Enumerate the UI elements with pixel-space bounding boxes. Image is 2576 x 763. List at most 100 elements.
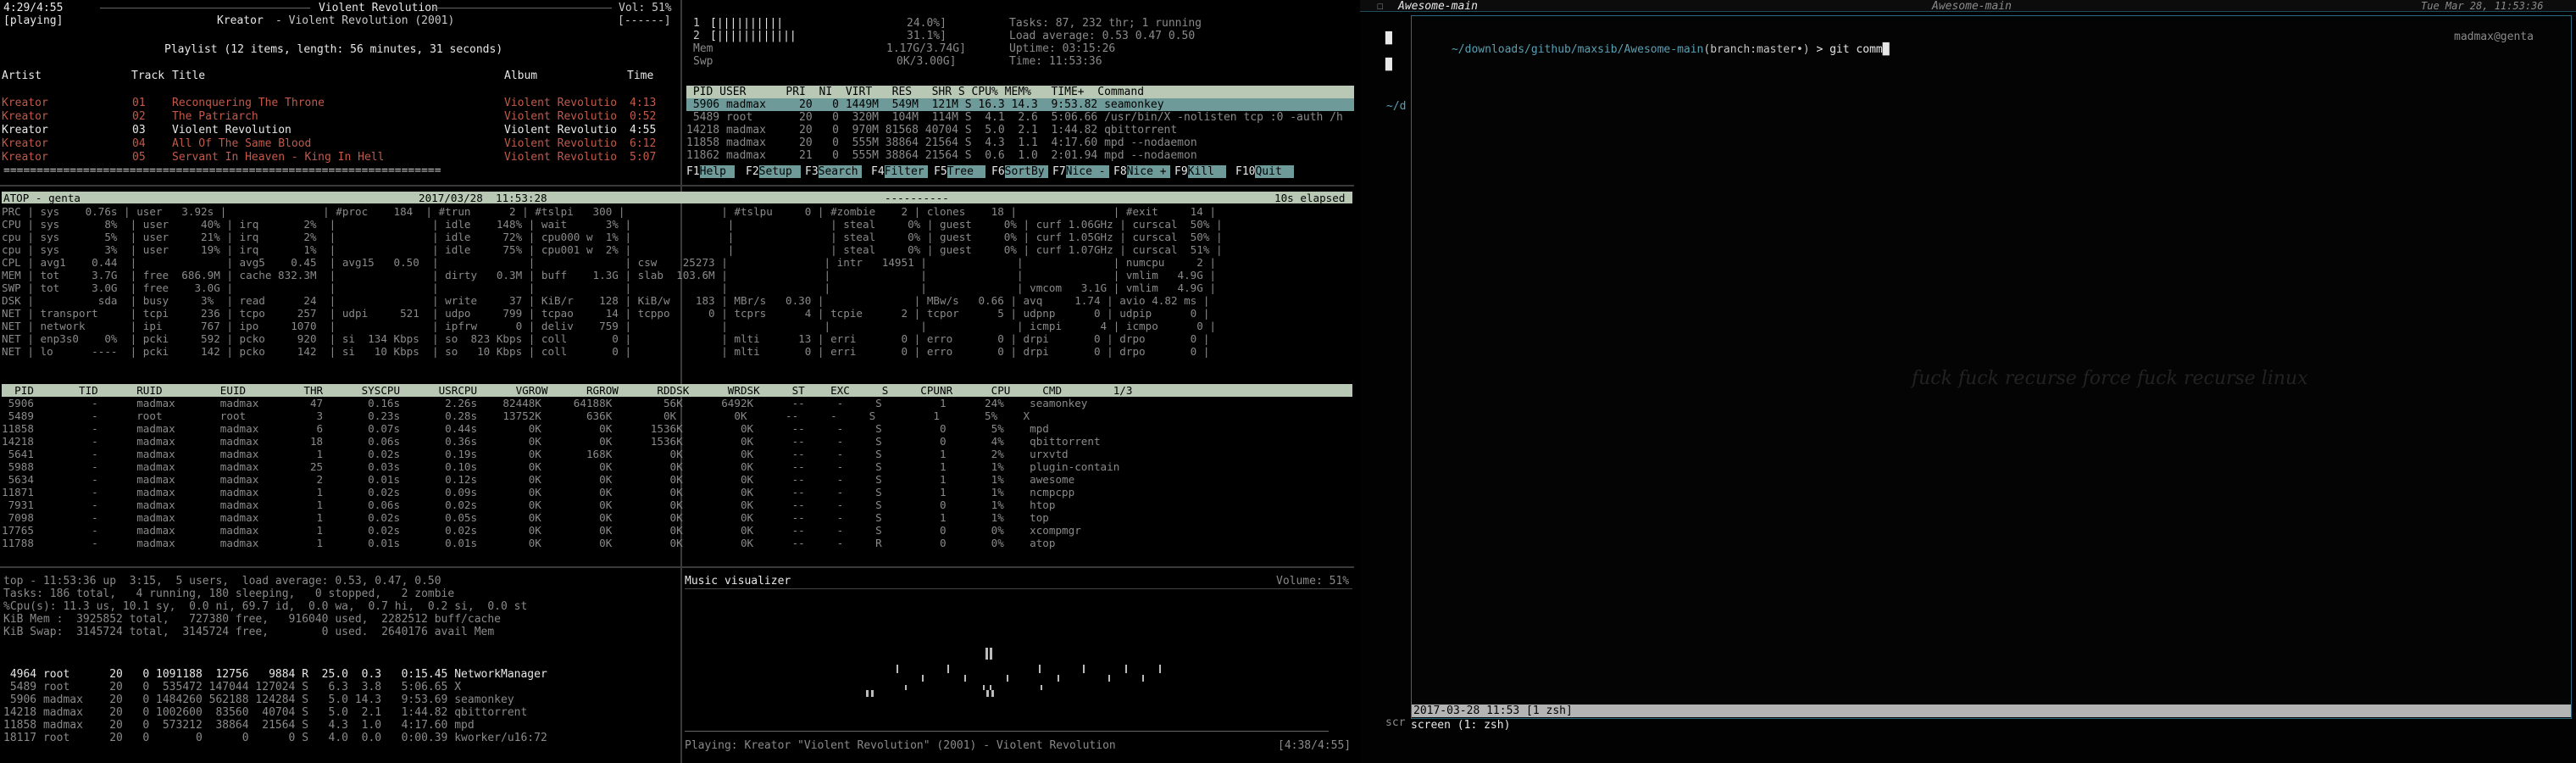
top-proc-row[interactable]: 14218 madmax 20 0 1002600 83560 40704 S …	[3, 706, 527, 719]
fkey: F1	[686, 165, 700, 178]
tab-icon[interactable]: ☐	[1377, 0, 1384, 13]
htop-selected-row[interactable]: 5906 madmax 20 0 1449M 549M 121M S 16.3 …	[686, 98, 1354, 111]
cmus-row-title: Violent Revolution	[172, 124, 291, 136]
atop-proc-row[interactable]: 11788 - madmax madmax 1 0.01s 0.01s 0K 0…	[2, 537, 1055, 549]
atop-header-mid: 2017/03/28 11:53:28	[419, 192, 547, 204]
fkey: F9	[1174, 165, 1188, 178]
top-summary-line: KiB Swap: 3145724 total, 3145724 free, 0…	[3, 626, 495, 638]
fkey-label: Help	[699, 165, 735, 178]
htop-proc-row[interactable]: 5489 root 20 0 320M 104M 114M S 4.1 2.6 …	[686, 111, 1343, 124]
atop-proc-row[interactable]: 5906 - madmax madmax 47 0.16s 2.26s 8244…	[2, 397, 1088, 409]
cmus-row-artist: Kreator	[2, 137, 48, 150]
cursor: █	[1882, 43, 1890, 56]
htop-cpu2-label: 2	[693, 30, 700, 42]
top-proc-row[interactable]: 5906 madmax 20 0 1484260 562188 124284 S…	[3, 693, 514, 706]
cmus-col-artist: Artist	[2, 70, 42, 82]
atop-line: CPL | avg1 0.44 | | avg5 0.45 | avg15 0.…	[2, 256, 1217, 269]
htop-load: Load average: 0.53 0.47 0.50	[1009, 30, 1196, 42]
cmus-row-title: Reconquering The Throne	[172, 97, 325, 109]
top-proc-row[interactable]: 11858 madmax 20 0 573212 38864 21564 S 4…	[3, 719, 475, 732]
htop-tasks: Tasks: 87, 232 thr; 1 running	[1009, 17, 1202, 30]
atop-proc-row[interactable]: 14218 - madmax madmax 18 0.06s 0.36s 0K …	[2, 435, 1101, 448]
prompt-arrow: >	[1809, 43, 1830, 56]
htop-cpu1-label: 1	[693, 17, 700, 30]
atop-proc-row[interactable]: 7098 - madmax madmax 1 0.02s 0.05s 0K 0K…	[2, 511, 1049, 524]
top-summary-line: Tasks: 186 total, 4 running, 180 sleepin…	[3, 588, 455, 600]
htop-fkey-nice-plus[interactable]: F8Nice +	[1113, 165, 1170, 178]
cmus-row-time: 6:12	[630, 137, 657, 150]
htop-fkey-search[interactable]: F3Search	[805, 165, 862, 178]
cmus-row-album: Violent Revolutio	[504, 97, 618, 109]
top-proc-row[interactable]: 18117 root 20 0 0 0 0 S 4.0 0.0 0:00.39 …	[3, 732, 547, 744]
fkey-label: SortBy	[1004, 165, 1048, 178]
cmus-row-artist: Kreator	[2, 110, 48, 123]
cmus-row-artist: Kreator	[2, 151, 48, 164]
cmus-status: [playing]	[3, 14, 64, 27]
htop-fkey-kill[interactable]: F9Kill	[1174, 165, 1226, 178]
atop-proc-row[interactable]: 5641 - madmax madmax 1 0.02s 0.19s 0K 16…	[2, 448, 1069, 460]
screen-status-text: 2017-03-28 11:53 [1 zsh]	[1413, 705, 1573, 717]
atop-proc-row[interactable]: 11858 - madmax madmax 6 0.07s 0.44s 0K 0…	[2, 422, 1049, 435]
fkey-label: Kill	[1187, 165, 1226, 178]
htop-proc-row[interactable]: 11862 madmax 21 0 555M 38864 21564 S 0.6…	[686, 149, 1197, 162]
visualizer-time: [4:38/4:55]	[1278, 739, 1352, 752]
atop-proc-row[interactable]: 5988 - madmax madmax 25 0.03s 0.10s 0K 0…	[2, 460, 1120, 473]
cmus-col-title: Title	[172, 70, 206, 82]
prompt-path: ~/downloads/github/maxsib/Awesome-main(b…	[1412, 31, 1890, 69]
htop-proc-row[interactable]: 11858 madmax 20 0 555M 38864 21564 S 4.3…	[686, 136, 1197, 149]
htop-fkey-sortby[interactable]: F6SortBy	[991, 165, 1048, 178]
htop-fkey-tree[interactable]: F5Tree	[934, 165, 985, 178]
visualizer-title: Music visualizer	[685, 575, 791, 588]
cmus-row-title: The Patriarch	[172, 110, 258, 123]
pane-divider-middle	[0, 566, 1354, 568]
fkey-label: Quit	[1255, 165, 1294, 178]
fkey: F4	[871, 165, 885, 178]
tab-title[interactable]: Awesome-main	[1398, 0, 1478, 13]
atop-line: CPU | sys 8% | user 40% | irq 2% | | idl…	[2, 218, 1223, 231]
cmus-time: 4:29/4:55	[3, 2, 64, 14]
htop-mem-val: 1.17G/3.74G]	[886, 42, 966, 55]
fkey-label: Filter	[884, 165, 928, 178]
cmus-progress-bar[interactable]: ========================================…	[3, 164, 441, 177]
visualizer-volume: Volume: 51%	[1276, 575, 1350, 588]
cmus-row-time: 4:55	[630, 124, 657, 136]
htop-cpu1-val: 24.0%]	[907, 17, 947, 30]
atop-proc-row[interactable]: 11871 - madmax madmax 1 0.02s 0.09s 0K 0…	[2, 486, 1074, 498]
screen-status-bar	[1412, 705, 2571, 717]
atop-line: DSK | sda | busy 3% | read 24 | | write …	[2, 294, 1210, 307]
cmus-row-track: 04	[132, 137, 146, 150]
htop-fkey-setup[interactable]: F2Setup	[746, 165, 801, 178]
htop-pane: 1 [|||||||||| 24.0%] 2 [|||||||||||| 31.…	[685, 0, 1354, 182]
prompt-branch: (branch:master•)	[1703, 43, 1810, 56]
atop-line: cpu | sys 5% | user 21% | irq 2% | | idl…	[2, 231, 1223, 243]
screen-scr-label: scr	[1385, 716, 1406, 729]
cmus-row-track: 05	[132, 151, 146, 164]
cmus-progress-box: [------]	[618, 14, 671, 27]
atop-proc-row[interactable]: 7931 - madmax madmax 1 0.06s 0.02s 0K 0K…	[2, 498, 1056, 511]
htop-fkey-quit[interactable]: F10Quit	[1235, 165, 1294, 178]
tab-title-2[interactable]: Awesome-main	[1932, 0, 2012, 13]
atop-proc-header[interactable]: PID TID RUID EUID THR SYSCPU USRCPU VGRO…	[2, 384, 1352, 397]
htop-fkey-help[interactable]: F1Help	[686, 165, 735, 178]
atop-proc-row[interactable]: 5634 - madmax madmax 2 0.01s 0.12s 0K 0K…	[2, 473, 1075, 486]
atop-header-sep: ----------	[885, 192, 949, 204]
htop-proc-row[interactable]: 14218 madmax 20 0 970M 81568 40704 S 5.0…	[686, 124, 1177, 136]
cmus-row-time: 4:13	[630, 97, 657, 109]
htop-header[interactable]: PID USER PRI NI VIRT RES SHR S CPU% MEM%…	[686, 86, 1354, 98]
atop-proc-row[interactable]: 17765 - madmax madmax 1 0.02s 0.02s 0K 0…	[2, 524, 1081, 537]
cmus-row-artist: Kreator	[2, 124, 48, 136]
prompt-command[interactable]: git comm	[1829, 43, 1883, 56]
top-proc-row[interactable]: 5489 root 20 0 535472 147044 127024 S 6.…	[3, 681, 461, 693]
prompt-repo: Awesome-main	[1624, 43, 1704, 56]
cmus-row-track: 01	[132, 97, 146, 109]
fkey-label: Tree	[947, 165, 985, 178]
atop-proc-row[interactable]: 5489 - root root 3 0.23s 0.28s 13752K 63…	[2, 409, 1030, 422]
terminal-window[interactable]: ~/downloads/github/maxsib/Awesome-main(b…	[1386, 15, 2572, 719]
cmus-row-track: 02	[132, 110, 146, 123]
htop-fkey-nice-minus[interactable]: F7Nice -	[1052, 165, 1109, 178]
visualizer-progress[interactable]	[685, 731, 1329, 732]
htop-fkey-filter[interactable]: F4Filter	[871, 165, 928, 178]
top-proc-row[interactable]: 4964 root 20 0 1091188 12756 9884 R 25.0…	[3, 668, 547, 681]
atop-header-bar	[2, 192, 1352, 203]
atop-line: MEM | tot 3.7G | free 686.9M | cache 832…	[2, 269, 1217, 281]
